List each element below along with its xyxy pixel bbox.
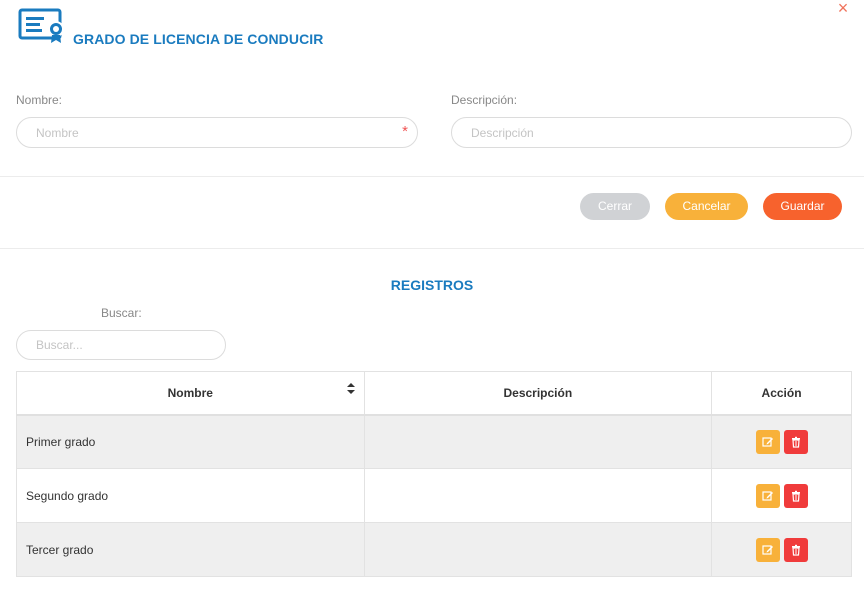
- guardar-button[interactable]: Guardar: [763, 193, 842, 220]
- column-header-descripcion: Descripción: [363, 371, 713, 416]
- trash-icon: [791, 436, 800, 448]
- modal-title: GRADO DE LICENCIA DE CONDUCIR: [73, 31, 324, 47]
- edit-button[interactable]: [755, 483, 780, 508]
- cancelar-button[interactable]: Cancelar: [665, 193, 748, 220]
- cell-accion: [711, 468, 852, 523]
- edit-icon: [761, 437, 773, 447]
- descripcion-input[interactable]: [452, 118, 851, 147]
- table-row: Primer grado: [16, 414, 852, 469]
- divider: [0, 176, 864, 177]
- nombre-input[interactable]: [17, 118, 417, 147]
- cell-nombre: Segundo grado: [16, 468, 365, 523]
- search-input[interactable]: [17, 331, 225, 359]
- trash-icon: [791, 544, 800, 556]
- cell-accion: [711, 522, 852, 577]
- cell-nombre: Tercer grado: [16, 522, 365, 577]
- registros-title: REGISTROS: [390, 277, 474, 293]
- column-header-label: Descripción: [503, 385, 573, 400]
- cell-descripcion: [363, 522, 713, 577]
- delete-button[interactable]: [783, 429, 808, 454]
- edit-button[interactable]: [755, 537, 780, 562]
- close-icon[interactable]: ×: [833, 0, 853, 18]
- divider: [0, 248, 864, 249]
- table-row: Segundo grado: [16, 468, 852, 523]
- cerrar-button[interactable]: Cerrar: [580, 193, 650, 220]
- trash-icon: [791, 490, 800, 502]
- nombre-field-wrapper: *: [16, 117, 418, 148]
- cell-nombre: Primer grado: [16, 414, 365, 469]
- column-header-label: Acción: [761, 385, 802, 400]
- sort-icon[interactable]: [346, 383, 355, 396]
- cell-descripcion: [363, 414, 713, 469]
- required-marker: *: [402, 123, 408, 140]
- registros-table: Nombre Descripción Acción Primer grado S…: [16, 371, 852, 577]
- descripcion-field-wrapper: [451, 117, 852, 148]
- delete-button[interactable]: [783, 483, 808, 508]
- certificate-icon: [18, 8, 66, 44]
- column-header-nombre[interactable]: Nombre: [16, 371, 365, 416]
- edit-icon: [761, 490, 773, 501]
- table-header-row: Nombre Descripción Acción: [16, 371, 852, 416]
- buscar-label: Buscar:: [101, 306, 142, 320]
- column-header-accion: Acción: [711, 371, 852, 416]
- descripcion-label: Descripción:: [451, 93, 518, 107]
- edit-icon: [761, 544, 773, 555]
- column-header-label: Nombre: [167, 385, 213, 400]
- cell-descripcion: [363, 468, 713, 523]
- delete-button[interactable]: [783, 537, 808, 562]
- search-field-wrapper: [16, 330, 226, 360]
- edit-button[interactable]: [755, 429, 780, 454]
- nombre-label: Nombre:: [16, 93, 63, 107]
- table-row: Tercer grado: [16, 522, 852, 577]
- cell-accion: [711, 414, 852, 469]
